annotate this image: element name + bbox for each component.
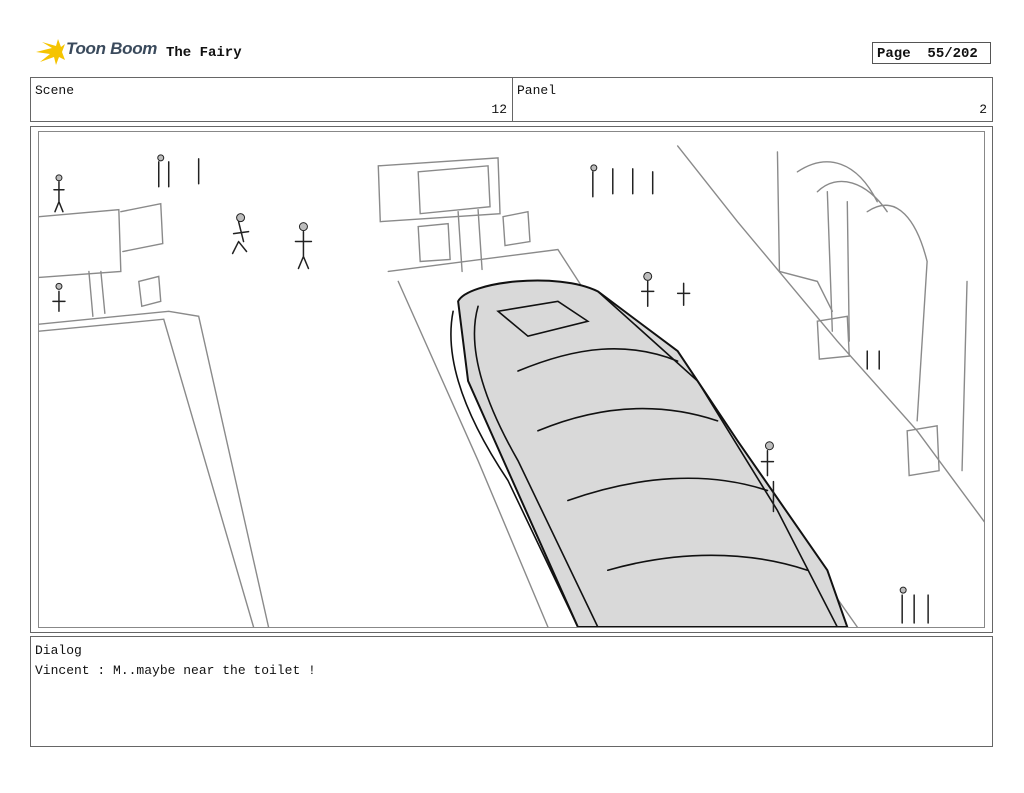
page-label: Page <box>877 46 911 62</box>
storyboard-image <box>38 131 985 628</box>
page-value: 55/202 <box>927 46 978 62</box>
dialog-label: Dialog <box>35 643 82 658</box>
panel-value: 2 <box>979 102 987 117</box>
toon-boom-logo: Toon Boom <box>34 38 159 68</box>
panel-label: Panel <box>517 83 557 98</box>
panel-cell: Panel 2 <box>513 78 992 121</box>
scene-panel-row: Scene 12 Panel 2 <box>30 77 993 122</box>
scene-cell: Scene 12 <box>31 78 513 121</box>
storyboard-frame <box>30 126 993 633</box>
scene-value: 12 <box>491 102 507 117</box>
page-indicator: Page 55/202 <box>872 42 991 64</box>
document-title: The Fairy <box>166 45 242 61</box>
dialog-box: Dialog Vincent : M..maybe near the toile… <box>30 636 993 747</box>
dialog-text: Vincent : M..maybe near the toilet ! <box>35 663 316 678</box>
logo-text: Toon Boom <box>66 39 158 58</box>
scene-label: Scene <box>35 83 75 98</box>
storyboard-sketch-icon <box>39 145 984 627</box>
